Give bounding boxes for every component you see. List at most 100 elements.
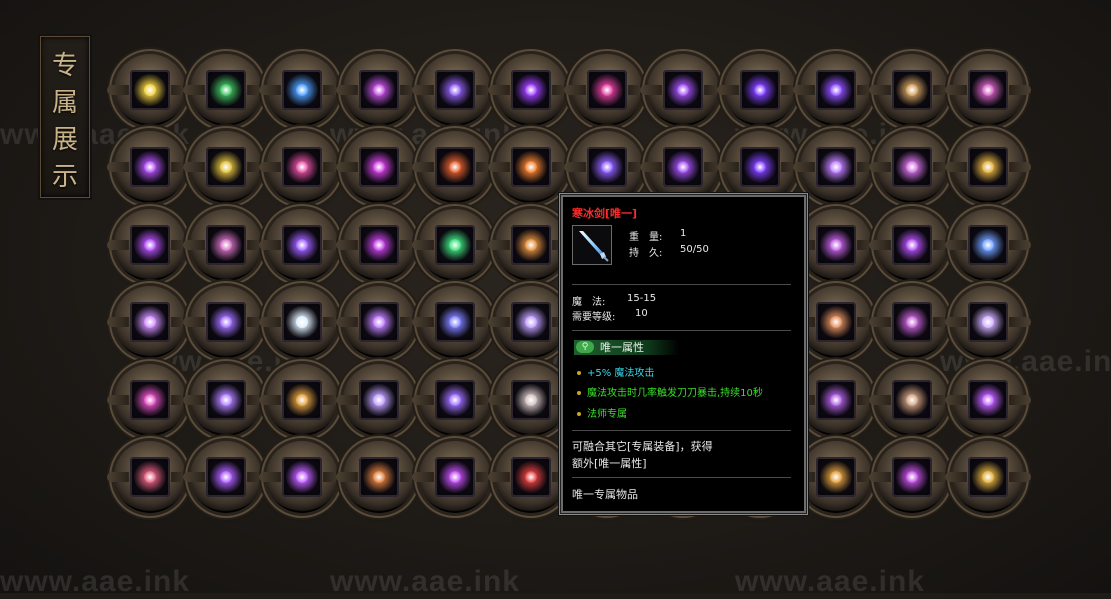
equipment-slot[interactable] (259, 131, 346, 204)
item-icon-core (525, 84, 537, 96)
equipment-slot[interactable] (869, 208, 955, 281)
equipment-slot[interactable] (107, 363, 193, 436)
equipment-slot[interactable] (183, 54, 270, 126)
equipment-slot[interactable] (335, 131, 422, 204)
equipment-slot[interactable] (869, 54, 955, 126)
item-icon-core (829, 393, 842, 406)
magic-label: 魔 法: (572, 297, 606, 308)
durability-value: 50/50 (680, 244, 709, 255)
equipment-slot[interactable] (716, 131, 803, 204)
equipment-slot[interactable] (488, 208, 574, 281)
equipment-slot[interactable] (869, 363, 955, 436)
item-icon-core (829, 84, 842, 96)
item-icon-core (906, 84, 918, 96)
equipment-slot[interactable] (107, 441, 193, 513)
equipment-slot[interactable] (259, 441, 346, 513)
item-icon-core (906, 238, 918, 251)
equipment-slot[interactable] (792, 131, 879, 204)
equipment-slot[interactable] (488, 441, 574, 513)
equipment-slot[interactable] (183, 208, 270, 281)
equipment-slot[interactable] (716, 54, 803, 126)
equipment-slot[interactable] (335, 54, 422, 126)
divider (572, 284, 791, 285)
equipment-slot[interactable] (107, 208, 193, 281)
equipment-slot[interactable] (183, 286, 270, 359)
equipment-slot[interactable] (792, 441, 879, 513)
equipment-slot[interactable] (107, 131, 193, 204)
item-icon-core (525, 471, 537, 483)
equipment-slot[interactable] (259, 363, 346, 436)
equipment-slot[interactable] (945, 441, 1032, 513)
item-icon-core (753, 84, 766, 96)
item-icon-core (372, 238, 385, 251)
equipment-slot[interactable] (564, 131, 651, 204)
equipment-slot[interactable] (335, 363, 422, 436)
item-icon-core (220, 238, 233, 251)
equipment-slot[interactable] (488, 54, 574, 126)
equipment-slot[interactable] (411, 54, 498, 126)
item-icon-core (906, 471, 918, 483)
equipment-slot[interactable] (564, 54, 651, 126)
equipment-slot[interactable] (183, 131, 270, 204)
equipment-slot[interactable] (335, 208, 422, 281)
item-icon-core (372, 471, 385, 483)
attribute-line: +5% 魔法攻击 (577, 364, 654, 379)
equipment-slot[interactable] (411, 286, 498, 359)
equipment-slot[interactable] (869, 441, 955, 513)
equipment-slot[interactable] (945, 363, 1032, 436)
equipment-slot[interactable] (335, 441, 422, 513)
equipment-slot[interactable] (640, 54, 727, 126)
equipment-slot[interactable] (259, 208, 346, 281)
item-icon-core (144, 471, 156, 483)
item-icon-core (220, 393, 233, 406)
equipment-slot[interactable] (945, 54, 1032, 126)
item-icon-core (448, 316, 461, 329)
item-icon-core (982, 238, 995, 251)
item-icon-core (144, 393, 156, 406)
equipment-slot[interactable] (945, 286, 1032, 359)
equipment-slot[interactable] (945, 131, 1032, 204)
attribute-line: 法师专属 (577, 405, 627, 420)
equipment-slot[interactable] (488, 131, 574, 204)
equipment-slot[interactable] (411, 208, 498, 281)
item-icon-core (144, 238, 156, 251)
equipment-slot[interactable] (792, 208, 879, 281)
durability-label: 持 久: (629, 248, 663, 259)
equipment-slot[interactable] (411, 441, 498, 513)
item-icon-core (448, 393, 461, 406)
item-icon-core (448, 238, 461, 251)
magic-value: 15-15 (627, 293, 657, 304)
unique-attribute-badge: ⚲ 唯一属性 (574, 340, 679, 355)
equipment-slot[interactable] (792, 54, 879, 126)
equipment-slot[interactable] (869, 286, 955, 359)
equipment-slot[interactable] (183, 441, 270, 513)
item-icon-core (829, 316, 842, 329)
item-icon-core (372, 84, 385, 96)
equipment-slot[interactable] (945, 208, 1032, 281)
item-icon-core (372, 393, 385, 406)
badge-label: 唯一属性 (600, 341, 644, 354)
link-icon: ⚲ (576, 341, 594, 353)
merge-text-line1: 可融合其它[专属装备]，获得 (572, 440, 713, 453)
equipment-slot[interactable] (107, 54, 193, 126)
equipment-slot[interactable] (488, 286, 574, 359)
item-icon-core (372, 161, 385, 174)
equipment-slot[interactable] (869, 131, 955, 204)
item-grid (0, 0, 1111, 593)
equipment-slot[interactable] (792, 286, 879, 359)
item-icon-core (144, 84, 156, 96)
equipment-slot[interactable] (259, 54, 346, 126)
equipment-slot[interactable] (259, 286, 346, 359)
equipment-slot[interactable] (411, 363, 498, 436)
equipment-slot[interactable] (640, 131, 727, 204)
item-icon-core (525, 238, 537, 251)
equipment-slot[interactable] (792, 363, 879, 436)
equipment-slot[interactable] (411, 131, 498, 204)
item-icon-core (296, 393, 309, 406)
equipment-slot[interactable] (488, 363, 574, 436)
level-value: 10 (635, 308, 648, 319)
equipment-slot[interactable] (107, 286, 193, 359)
equipment-slot[interactable] (335, 286, 422, 359)
divider (572, 430, 791, 431)
equipment-slot[interactable] (183, 363, 270, 436)
